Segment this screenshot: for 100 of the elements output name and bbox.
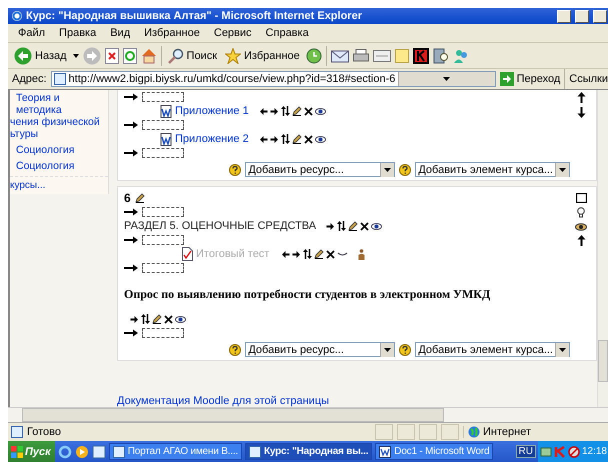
moodle-docs-link[interactable]: Документация Moodle для этой страницы — [117, 395, 597, 407]
resource-link[interactable]: Приложение 2 — [175, 133, 249, 145]
add-resource-dropdown[interactable]: Добавить ресурс... — [245, 162, 396, 177]
browser-icon[interactable] — [92, 444, 106, 458]
course-link[interactable]: Социология — [10, 144, 108, 156]
move-left-icon[interactable] — [258, 106, 268, 116]
move-right-icon[interactable] — [130, 314, 139, 324]
course-link[interactable]: ьтуры — [10, 128, 108, 140]
help-icon[interactable] — [229, 344, 242, 356]
menu-item[interactable]: Избранное — [138, 26, 206, 40]
maximize-button[interactable] — [575, 10, 589, 22]
closed-eye-icon[interactable] — [337, 250, 348, 258]
status-pane — [397, 424, 415, 440]
favorites-button[interactable]: Избранное — [223, 46, 302, 64]
move-here-target[interactable] — [142, 328, 184, 338]
media-player-icon[interactable] — [74, 444, 89, 458]
go-button[interactable]: Переход — [500, 72, 560, 86]
move-icon[interactable] — [337, 221, 346, 231]
start-button[interactable]: Пуск — [8, 441, 55, 462]
search-button[interactable]: Поиск — [166, 46, 220, 64]
person-icon[interactable] — [358, 248, 366, 260]
edit-icon[interactable] — [134, 193, 145, 203]
page-icon — [248, 446, 261, 458]
delete-icon[interactable] — [164, 314, 173, 324]
windows-logo-icon — [11, 446, 23, 458]
all-courses-link[interactable]: курсы... — [10, 176, 108, 194]
eye-icon[interactable] — [575, 223, 587, 231]
menu-item[interactable]: Правка — [53, 26, 102, 40]
minimize-button[interactable] — [557, 10, 571, 22]
move-here-target[interactable] — [142, 207, 184, 217]
edit-icon[interactable] — [152, 314, 162, 324]
taskbar-button[interactable]: Портал АГАО имени В.... — [108, 443, 242, 460]
edit-icon[interactable] — [292, 106, 302, 116]
eye-icon[interactable] — [314, 136, 326, 142]
move-here-target[interactable] — [142, 148, 184, 158]
add-activity-dropdown[interactable]: Добавить элемент курса... — [415, 342, 570, 357]
resource-link[interactable]: Приложение 1 — [175, 105, 249, 117]
delete-icon[interactable] — [304, 134, 313, 144]
vertical-scrollbar[interactable] — [597, 90, 608, 407]
antivirus-icon[interactable] — [412, 48, 429, 64]
move-right-icon[interactable] — [292, 250, 302, 258]
move-left-icon[interactable] — [258, 134, 268, 144]
delete-icon[interactable] — [326, 250, 336, 258]
eye-icon[interactable] — [175, 316, 186, 322]
page-icon — [112, 446, 125, 458]
history-icon[interactable] — [306, 48, 322, 64]
add-activity-dropdown[interactable]: Добавить элемент курса... — [415, 162, 570, 177]
move-left-icon[interactable] — [281, 250, 290, 258]
move-here-target[interactable] — [142, 235, 184, 245]
course-link[interactable]: методика — [10, 104, 108, 116]
up-arrow-icon[interactable] — [576, 92, 586, 103]
section-number: 6 — [124, 191, 131, 205]
edit-icon[interactable] — [292, 134, 302, 144]
eye-icon[interactable] — [314, 108, 326, 114]
menu-item[interactable]: Справка — [260, 26, 315, 40]
move-icon[interactable] — [280, 134, 290, 144]
back-button[interactable]: Назад — [12, 46, 69, 66]
word-document-icon — [160, 104, 172, 118]
delete-icon[interactable] — [360, 222, 370, 230]
move-right-icon[interactable] — [326, 222, 336, 230]
move-here-target[interactable] — [142, 92, 184, 102]
edit-icon[interactable] — [314, 249, 324, 259]
delete-icon[interactable] — [304, 106, 313, 116]
help-icon[interactable] — [229, 164, 242, 176]
taskbar-button[interactable]: Курс: "Народная вы... — [244, 443, 372, 460]
move-right-icon[interactable] — [270, 134, 279, 144]
down-arrow-icon[interactable] — [576, 107, 586, 118]
add-resource-dropdown[interactable]: Добавить ресурс... — [245, 342, 396, 357]
menu-item[interactable]: Вид — [104, 26, 136, 40]
horizontal-scrollbar[interactable] — [8, 407, 608, 422]
menu-item[interactable]: Файл — [12, 26, 52, 40]
menu-item[interactable]: Сервис — [208, 26, 258, 40]
blocked-icon[interactable] — [568, 446, 580, 458]
eye-icon[interactable] — [371, 222, 382, 230]
language-indicator[interactable]: RU — [516, 445, 536, 458]
course-link[interactable]: чения физической — [10, 116, 108, 128]
help-icon[interactable] — [399, 344, 412, 356]
move-here-target[interactable] — [142, 120, 184, 130]
edit-icon[interactable] — [348, 221, 358, 231]
move-here-target[interactable] — [142, 263, 184, 273]
home-icon[interactable] — [140, 48, 157, 64]
printer-icon[interactable] — [352, 48, 369, 62]
move-right-icon[interactable] — [270, 106, 279, 116]
caret-icon — [443, 77, 450, 81]
taskbar-button[interactable]: Doc1 - Microsoft Word — [375, 443, 494, 460]
lightbulb-icon[interactable] — [577, 207, 585, 219]
course-link[interactable]: Теория и — [10, 92, 108, 104]
help-icon[interactable] — [399, 164, 412, 176]
refresh-icon[interactable] — [122, 48, 137, 64]
mail-icon[interactable] — [330, 48, 349, 62]
move-icon[interactable] — [303, 249, 312, 259]
move-icon[interactable] — [280, 106, 290, 116]
course-link[interactable]: Социология — [10, 160, 108, 172]
up-arrow-icon[interactable] — [576, 235, 586, 246]
page-icon — [11, 426, 23, 438]
close-button[interactable] — [593, 10, 607, 22]
address-field[interactable]: http://www2.bigpi.biysk.ru/umkd/course/view.php?id=318#section-6 — [50, 71, 496, 87]
move-icon[interactable] — [141, 314, 150, 324]
links-button[interactable]: Ссылки — [569, 73, 608, 85]
stop-icon[interactable] — [104, 48, 119, 64]
